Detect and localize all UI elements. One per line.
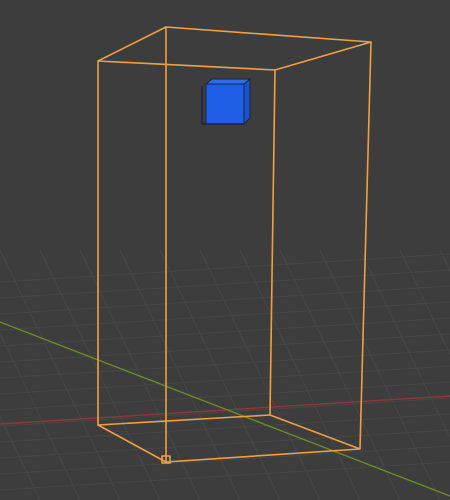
cube-top-face bbox=[204, 78, 252, 85]
cube-front-face bbox=[205, 83, 245, 125]
grid-line bbox=[0, 332, 81, 500]
floor-grid bbox=[0, 249, 450, 500]
grid-line bbox=[0, 249, 121, 500]
grid-line bbox=[0, 253, 450, 283]
grid-line bbox=[0, 461, 450, 491]
cube-side-face bbox=[243, 77, 251, 126]
grid-line bbox=[0, 397, 450, 427]
grid-line bbox=[0, 429, 450, 459]
grid-line bbox=[239, 249, 361, 500]
viewport-canvas[interactable] bbox=[0, 0, 450, 500]
box-right-back-edge bbox=[359, 41, 372, 450]
grid-line bbox=[0, 269, 450, 299]
grid-line bbox=[39, 249, 161, 500]
grid-line bbox=[0, 285, 450, 315]
3d-viewport[interactable] bbox=[0, 0, 450, 500]
x-axis-line bbox=[0, 395, 450, 425]
grid-line bbox=[0, 317, 450, 347]
grid-line bbox=[0, 349, 450, 379]
blue-cube-object[interactable] bbox=[201, 77, 252, 126]
box-top-face bbox=[97, 26, 372, 71]
box-front-right-edge bbox=[269, 69, 276, 416]
